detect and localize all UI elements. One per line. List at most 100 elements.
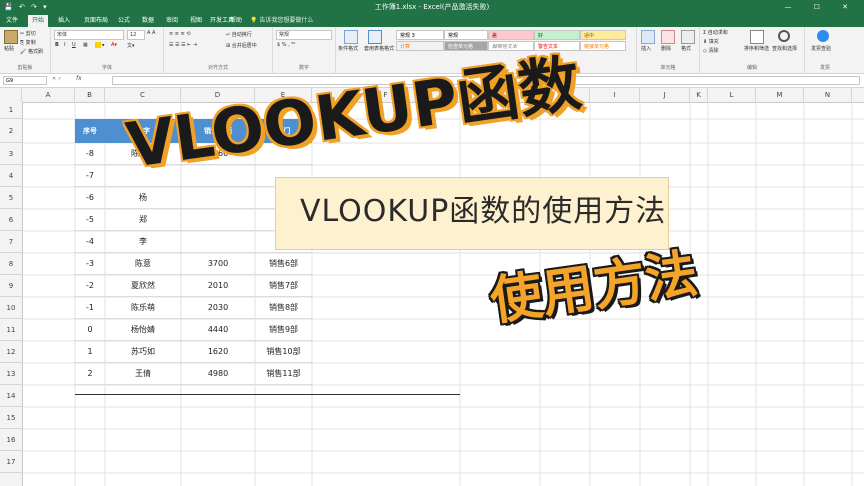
tab-help[interactable]: 帮助 <box>226 15 246 27</box>
cell-index[interactable]: 2 <box>75 363 105 385</box>
conditional-format-button[interactable]: 条件格式 <box>338 45 358 52</box>
clear-button[interactable]: ◇ 清除 <box>703 47 718 54</box>
conditional-format-icon[interactable] <box>344 30 358 44</box>
name-box[interactable]: G9 <box>3 76 47 85</box>
col-header-i[interactable]: I <box>590 88 640 102</box>
row-header[interactable]: 7 <box>0 231 22 253</box>
row-header[interactable]: 9 <box>0 275 22 297</box>
cell-name[interactable]: 苏巧如 <box>105 341 181 363</box>
style-calc[interactable]: 计算 <box>396 41 444 51</box>
bold-button[interactable]: B <box>55 42 59 48</box>
fill-button[interactable]: ⬇ 填充 <box>703 38 719 45</box>
style-linked[interactable]: 链接单元格 <box>580 41 626 51</box>
autosum-button[interactable]: Σ 自动求和 <box>703 29 728 36</box>
tab-home[interactable]: 开始 <box>28 15 49 27</box>
find-select-icon[interactable] <box>778 30 790 42</box>
cell-index[interactable]: -4 <box>75 231 105 253</box>
cell-index[interactable]: -3 <box>75 253 105 275</box>
find-select-button[interactable]: 查找和选择 <box>772 45 797 52</box>
tab-formulas[interactable]: 公式 <box>114 15 134 27</box>
row-header[interactable]: 15 <box>0 407 22 429</box>
delete-icon[interactable] <box>661 30 675 44</box>
cell-dept[interactable]: 销售6部 <box>255 253 312 275</box>
style-normal[interactable]: 常规 <box>444 30 488 40</box>
style-neutral[interactable]: 适中 <box>580 30 626 40</box>
cell-sales[interactable] <box>181 187 255 209</box>
invoice-button[interactable]: 发票查验 <box>811 45 831 52</box>
insert-button[interactable]: 插入 <box>641 45 651 52</box>
tab-view[interactable]: 视图 <box>186 15 206 27</box>
cell-index[interactable]: -6 <box>75 187 105 209</box>
col-header-m[interactable]: M <box>756 88 804 102</box>
row-header[interactable]: 5 <box>0 187 22 209</box>
top-align-icon[interactable]: ≡ ≡ ≡ ⟲ <box>169 31 191 37</box>
cell-sales[interactable]: 2010 <box>181 275 255 297</box>
row-header[interactable]: 6 <box>0 209 22 231</box>
cell-name[interactable]: 王倩 <box>105 363 181 385</box>
col-header-l[interactable]: L <box>708 88 756 102</box>
cell-dept[interactable]: 销售10部 <box>255 341 312 363</box>
tab-insert[interactable]: 插入 <box>54 15 74 27</box>
fx-icon[interactable]: fx <box>76 75 82 82</box>
borders-icon[interactable]: ▦ <box>83 42 88 48</box>
cell-sales[interactable]: 1620 <box>181 341 255 363</box>
font-grow-icon[interactable]: A A <box>147 30 155 36</box>
tab-file[interactable]: 文件 <box>2 15 22 27</box>
row-header[interactable]: 17 <box>0 451 22 473</box>
table-format-button[interactable]: 套用表格格式 <box>364 45 394 52</box>
col-header-b[interactable]: B <box>75 88 105 102</box>
cell-sales[interactable] <box>181 209 255 231</box>
cell-index[interactable]: -1 <box>75 297 105 319</box>
cell-index[interactable]: -2 <box>75 275 105 297</box>
align-left-icon[interactable]: ☰ ☰ ☰ ⇤ ⇥ <box>169 42 197 48</box>
row-header[interactable]: 14 <box>0 385 22 407</box>
cell-sales[interactable]: 3700 <box>181 253 255 275</box>
row-header[interactable]: 16 <box>0 429 22 451</box>
row-header[interactable]: 13 <box>0 363 22 385</box>
cell-dept[interactable]: 销售8部 <box>255 297 312 319</box>
wrap-text-button[interactable]: ↵ 自动换行 <box>226 31 252 38</box>
style-normal3[interactable]: 常规 3 <box>396 30 444 40</box>
row-header[interactable]: 4 <box>0 165 22 187</box>
row-header[interactable]: 12 <box>0 341 22 363</box>
invoice-icon[interactable] <box>817 30 829 42</box>
font-name-select[interactable]: 宋体 <box>54 30 124 40</box>
delete-button[interactable]: 删除 <box>661 45 671 52</box>
cell-dept[interactable]: 销售9部 <box>255 319 312 341</box>
sort-filter-icon[interactable] <box>750 30 764 44</box>
cell-index[interactable]: -8 <box>75 143 105 165</box>
select-all-corner[interactable] <box>0 88 22 102</box>
cell-dept[interactable]: 销售7部 <box>255 275 312 297</box>
col-header-k[interactable]: K <box>690 88 708 102</box>
tab-review[interactable]: 审阅 <box>162 15 182 27</box>
fill-color-icon[interactable]: ▾ <box>95 42 105 49</box>
wen-icon[interactable]: 文▾ <box>127 42 135 49</box>
cell-sales[interactable]: 2030 <box>181 297 255 319</box>
percent-icon[interactable]: $ % ‚ ⁰⁰ <box>277 42 295 48</box>
format-painter-button[interactable]: 🖌 格式刷 <box>20 48 43 55</box>
cell-index[interactable]: 0 <box>75 319 105 341</box>
format-icon[interactable] <box>681 30 695 44</box>
tab-page-layout[interactable]: 页面布局 <box>80 15 112 27</box>
format-button[interactable]: 格式 <box>681 45 691 52</box>
cell-index[interactable]: 1 <box>75 341 105 363</box>
col-header-n[interactable]: N <box>804 88 852 102</box>
merge-center-button[interactable]: ⊞ 合并后居中 <box>226 42 257 49</box>
cell-dept[interactable]: 销售11部 <box>255 363 312 385</box>
cut-button[interactable]: ✂ 剪切 <box>20 30 36 37</box>
cell-name[interactable]: 李 <box>105 231 181 253</box>
cell-sales[interactable]: 4980 <box>181 363 255 385</box>
table-format-icon[interactable] <box>368 30 382 44</box>
row-header[interactable]: 2 <box>0 119 22 143</box>
tell-me-search[interactable]: 💡 告诉我您想要做什么 <box>250 15 313 27</box>
cell-sales[interactable] <box>181 231 255 253</box>
cell-name[interactable]: 陈意 <box>105 253 181 275</box>
paste-button[interactable]: 粘贴 <box>4 45 14 52</box>
insert-icon[interactable] <box>641 30 655 44</box>
cell-name[interactable]: 杨 <box>105 187 181 209</box>
cell-index[interactable]: -5 <box>75 209 105 231</box>
window-controls[interactable]: — ☐ ✕ <box>784 0 858 14</box>
font-color-icon[interactable]: A▾ <box>111 42 117 48</box>
header-index[interactable]: 序号 <box>75 119 105 143</box>
font-size-select[interactable]: 12 <box>127 30 145 40</box>
